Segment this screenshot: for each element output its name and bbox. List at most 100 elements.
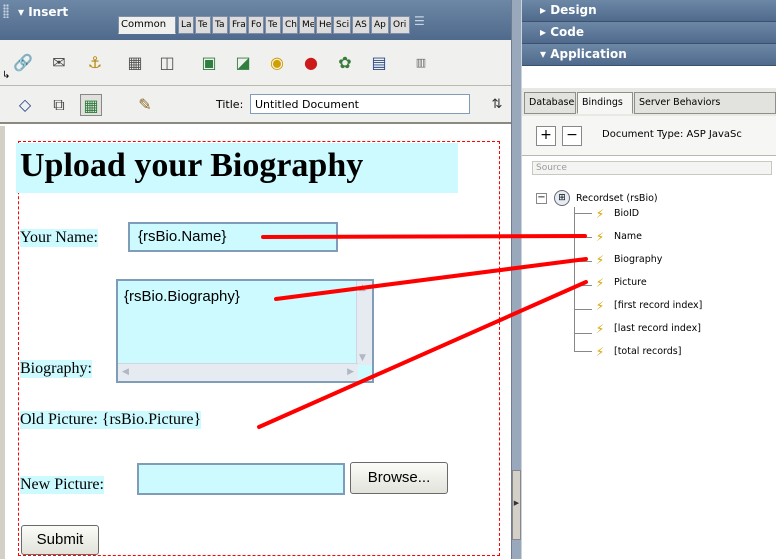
field-bolt-icon: ⚡ (595, 253, 605, 267)
email-icon[interactable]: ✉ (48, 52, 70, 74)
tab-forms[interactable]: Fo (248, 16, 264, 34)
expand-arrow-icon: ▸ (540, 3, 551, 17)
bindings-tree: Source − ⊞ Recordset (rsBio) ⚡ BioID ⚡ N… (522, 157, 776, 559)
name-field[interactable]: {rsBio.Name} (128, 222, 338, 252)
application-panel-header[interactable]: ▾ Application (522, 44, 776, 66)
new-picture-file-field[interactable] (137, 463, 345, 495)
panel-grip[interactable] (3, 4, 9, 18)
tab-application[interactable]: Ap (371, 16, 389, 34)
biography-value: {rsBio.Biography} (124, 288, 240, 305)
collapse-arrow-icon: ▾ (540, 47, 551, 61)
tree-connector (574, 261, 592, 262)
live-data-icon[interactable]: ✎ (134, 94, 156, 116)
tree-connector (574, 213, 592, 214)
field-bolt-icon: ⚡ (595, 207, 605, 221)
navbar-icon[interactable]: ▤ (368, 52, 390, 74)
design-view-icon[interactable]: ▦ (80, 94, 102, 116)
table-icon[interactable]: ▦ (124, 52, 146, 74)
field-picture[interactable]: Picture (614, 277, 647, 288)
code-view-icon[interactable]: ◇ (14, 94, 36, 116)
tree-connector (574, 207, 575, 352)
hyperlink-icon[interactable]: 🔗 (12, 52, 34, 74)
insert-panel-title[interactable]: ▾ Insert (18, 5, 68, 19)
shockwave-icon[interactable]: ● (300, 52, 322, 74)
tab-server-behaviors[interactable]: Server Behaviors (634, 92, 776, 114)
field-total-records[interactable]: [total records] (614, 346, 681, 357)
tree-connector (574, 285, 592, 286)
splitter-collapse-handle[interactable]: ▶ (512, 470, 521, 540)
rollover-icon[interactable]: ✿ (334, 52, 356, 74)
application-tabs: Databases Bindings Server Behaviors (522, 88, 776, 116)
anchor-icon[interactable]: ⚓ (84, 52, 106, 74)
vertical-scrollbar[interactable]: ▲ ▼ (356, 281, 372, 365)
field-bolt-icon: ⚡ (595, 276, 605, 290)
file-management-icon[interactable]: ⇅ (486, 94, 508, 116)
remove-binding-button[interactable]: − (562, 126, 582, 146)
tab-tables[interactable]: Ta (212, 16, 228, 34)
code-panel-header[interactable]: ▸ Code (522, 22, 776, 44)
field-name[interactable]: Name (614, 231, 642, 242)
design-panel-header[interactable]: ▸ Design (522, 0, 776, 22)
expand-arrow-icon: ▸ (540, 25, 551, 39)
date-icon[interactable]: ▥ (410, 52, 432, 74)
collapse-toggle-icon[interactable]: − (536, 193, 547, 204)
source-column-header[interactable]: Source (532, 161, 772, 175)
scroll-down-icon[interactable]: ▼ (359, 353, 366, 363)
title-input[interactable] (250, 94, 470, 114)
tab-frames[interactable]: Fra (229, 16, 247, 34)
tree-connector (574, 237, 592, 238)
field-bolt-icon: ⚡ (595, 322, 605, 336)
horizontal-scrollbar[interactable]: ◀ ▶ (118, 363, 358, 381)
tab-other[interactable]: Ori (390, 16, 410, 34)
tab-text[interactable]: Te (195, 16, 211, 34)
recordset-node[interactable]: Recordset (rsBio) (576, 193, 658, 204)
recordset-icon: ⊞ (554, 190, 570, 206)
submit-button[interactable]: Submit (21, 525, 99, 555)
scroll-left-icon[interactable]: ◀ (122, 367, 129, 377)
new-picture-label: New Picture: (20, 476, 104, 494)
tab-asp[interactable]: AS (352, 16, 370, 34)
layer-icon[interactable]: ◫ (156, 52, 178, 74)
options-menu-icon[interactable]: ☰ (414, 14, 425, 28)
insert-toolbar: 🔗 ✉ ⚓ ▦ ◫ ▣ ◪ ◉ ● ✿ ▤ ▥ ↳ (0, 40, 520, 86)
tab-media[interactable]: Me (299, 16, 315, 34)
tab-script[interactable]: Sci (333, 16, 351, 34)
tree-connector (574, 309, 592, 310)
document-toolbar: ◇ ⧉ ▦ ✎ Title: ⇅ (0, 86, 520, 124)
old-picture-row: Old Picture: {rsBio.Picture} (20, 411, 202, 429)
tab-bindings[interactable]: Bindings (577, 92, 633, 114)
browse-button[interactable]: Browse... (350, 462, 448, 494)
tab-head[interactable]: He (316, 16, 332, 34)
title-label: Title: (216, 98, 244, 111)
scroll-up-icon[interactable]: ▲ (359, 283, 366, 293)
page-heading: Upload your Biography (16, 143, 458, 193)
field-first-record-index[interactable]: [first record index] (614, 300, 702, 311)
biography-textarea[interactable]: {rsBio.Biography} ▲ ▼ ◀ ▶ (116, 279, 374, 383)
flash-icon[interactable]: ◉ (266, 52, 288, 74)
tab-databases[interactable]: Databases (524, 92, 576, 114)
tree-connector (574, 351, 592, 352)
tree-connector (574, 333, 592, 334)
document-type-label: Document Type: ASP JavaSc (602, 129, 742, 140)
field-bioid[interactable]: BioID (614, 208, 639, 219)
tab-layout[interactable]: La (178, 16, 194, 34)
image-placeholder-icon[interactable]: ◪ (232, 52, 254, 74)
collapse-arrow-icon: ▶ (513, 499, 520, 507)
field-bolt-icon: ⚡ (595, 345, 605, 359)
old-picture-label: Old Picture: (20, 411, 98, 428)
tab-common[interactable]: Common (118, 16, 176, 34)
split-view-icon[interactable]: ⧉ (48, 94, 70, 116)
bindings-toolbar: + − Document Type: ASP JavaSc (522, 116, 776, 156)
tab-characters[interactable]: Ch (282, 16, 298, 34)
tab-templates[interactable]: Te (265, 16, 281, 34)
field-last-record-index[interactable]: [last record index] (614, 323, 701, 334)
name-label: Your Name: (20, 229, 98, 247)
image-icon[interactable]: ▣ (198, 52, 220, 74)
field-biography[interactable]: Biography (614, 254, 662, 265)
field-bolt-icon: ⚡ (595, 299, 605, 313)
add-binding-button[interactable]: + (536, 126, 556, 146)
scroll-right-icon[interactable]: ▶ (347, 367, 354, 377)
collapse-arrow-icon: ▾ (18, 5, 29, 19)
old-picture-value[interactable]: {rsBio.Picture} (102, 411, 201, 428)
biography-label: Biography: (20, 360, 92, 378)
